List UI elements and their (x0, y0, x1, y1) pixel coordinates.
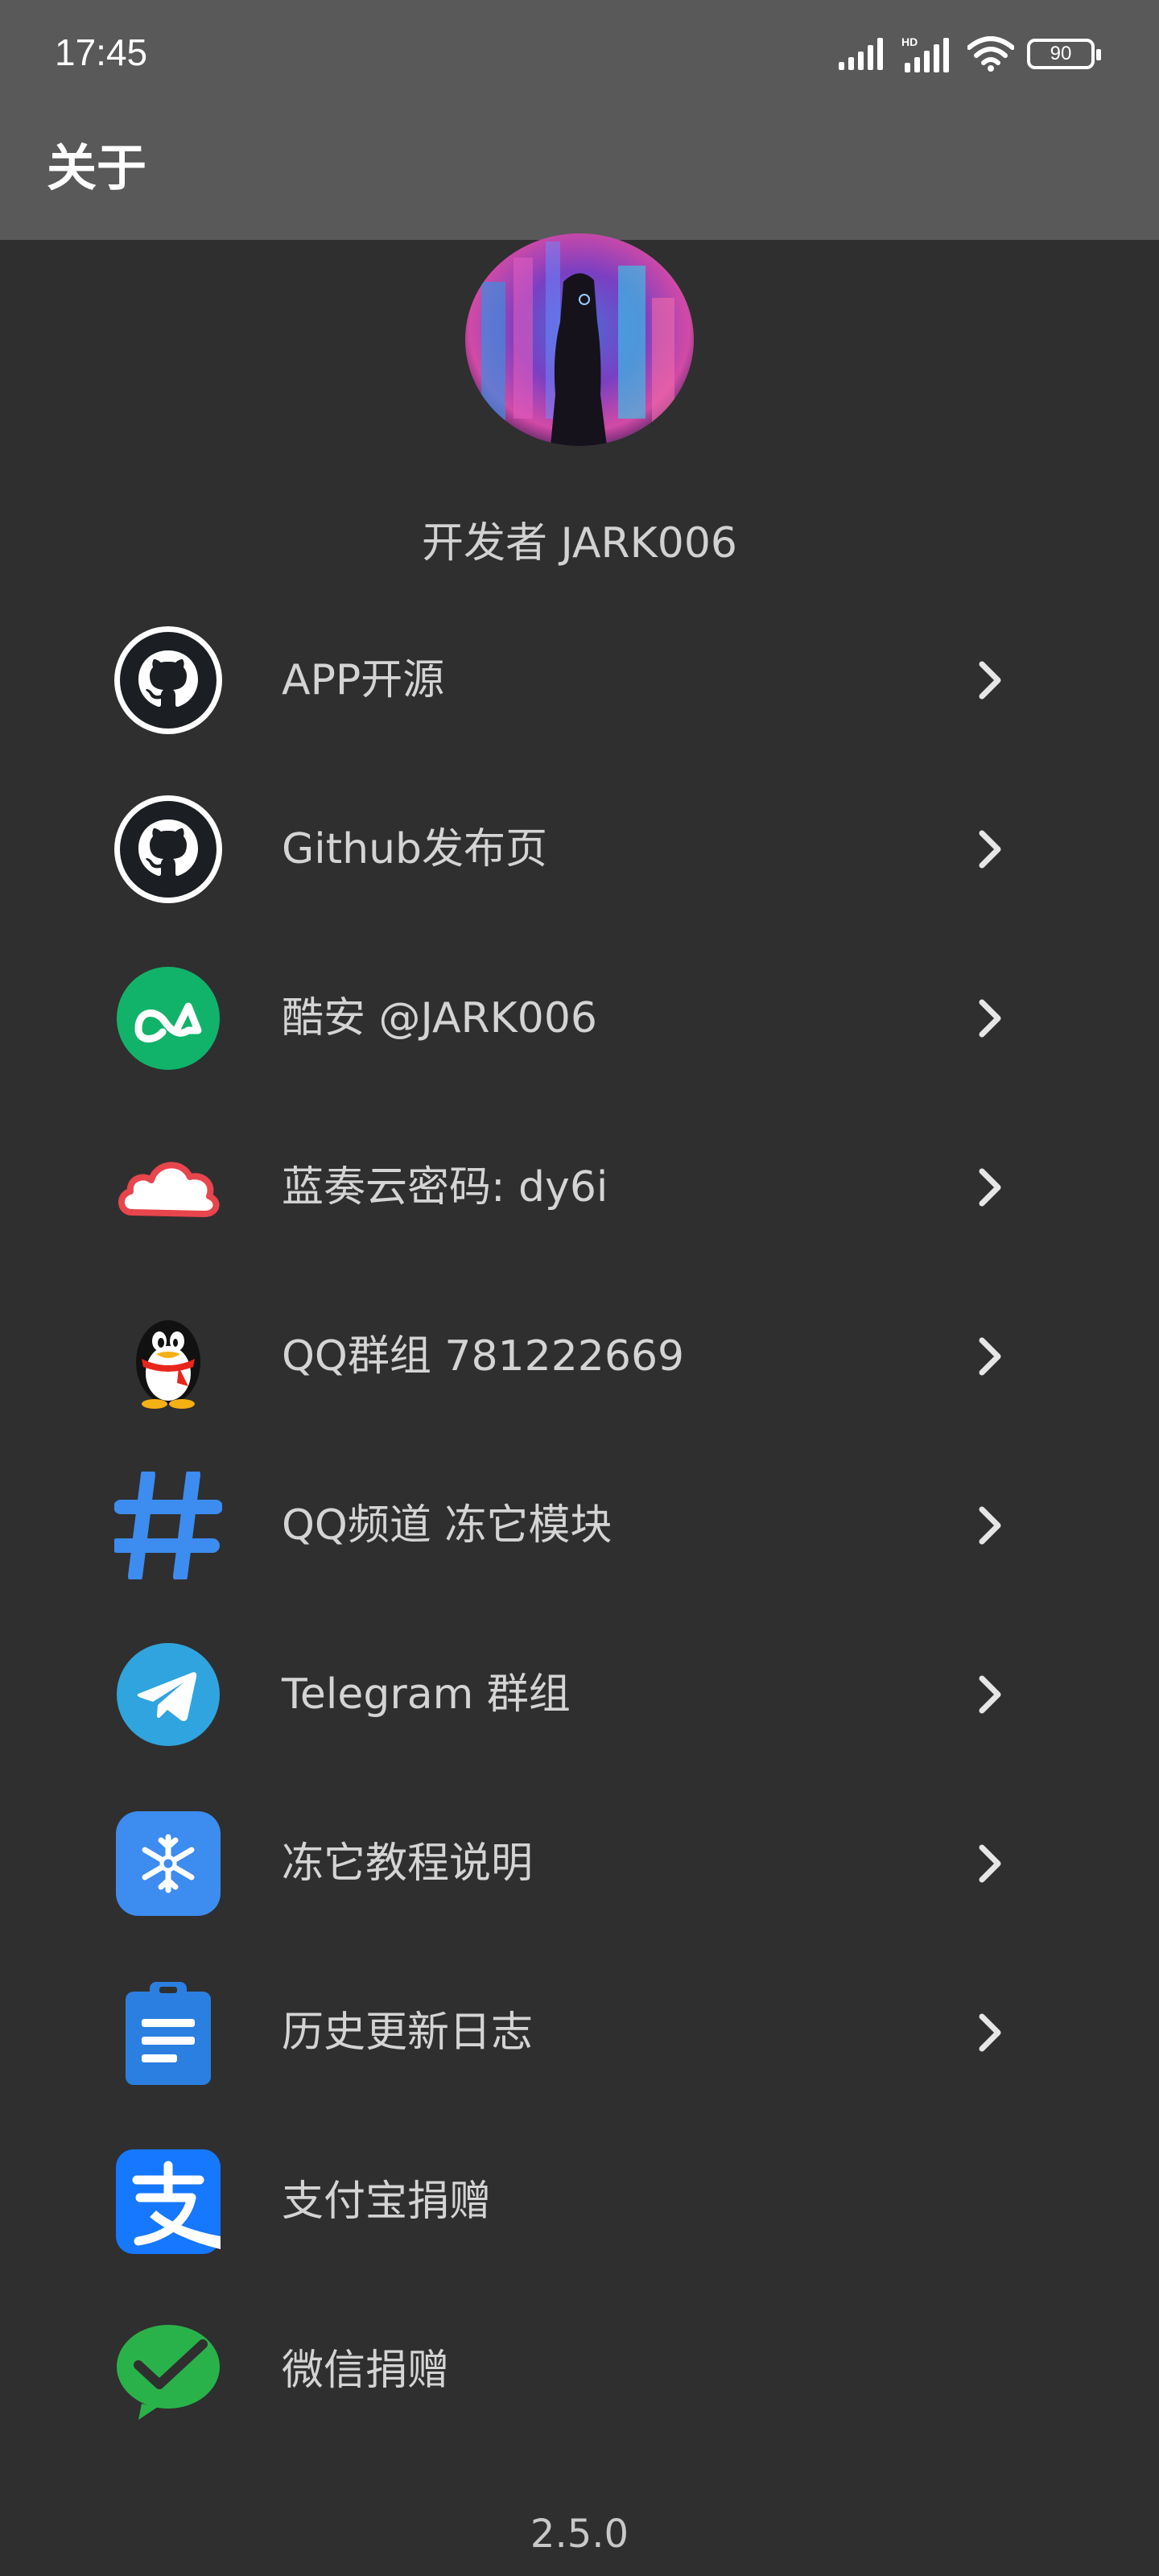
chevron-right-icon (979, 1844, 1001, 1883)
snowflake-icon (116, 1811, 221, 1916)
status-time: 17:45 (55, 31, 148, 73)
menu-item-wechat-donate[interactable]: 微信捐赠 (0, 2286, 1159, 2455)
signal-icon (839, 38, 883, 70)
menu-item-qq-channel[interactable]: QQ频道 冻它模块 (0, 1441, 1159, 1610)
page-title: 关于 (47, 138, 147, 197)
lanzou-cloud-icon (118, 1162, 220, 1217)
about-menu: APP开源 Github发布页 酷安 @JARK006 蓝奏云密码: dy6i (0, 596, 1159, 2455)
menu-item-label: APP开源 (282, 656, 445, 704)
wechat-pay-icon (117, 2325, 220, 2420)
chevron-right-icon (979, 1506, 1001, 1545)
hd-signal-icon: HD (901, 35, 949, 72)
wifi-icon (967, 36, 1014, 72)
menu-item-label: 蓝奏云密码: dy6i (282, 1163, 608, 1212)
menu-item-label: 酷安 @JARK006 (282, 994, 598, 1042)
status-icons: HD 90 (839, 34, 1101, 74)
chevron-right-icon (979, 661, 1001, 700)
menu-item-label: 历史更新日志 (282, 2008, 534, 2057)
svg-text:HD: HD (901, 35, 918, 48)
qq-penguin-icon (136, 1320, 200, 1409)
chevron-right-icon (979, 999, 1001, 1038)
menu-item-coolapk[interactable]: 酷安 @JARK006 (0, 934, 1159, 1103)
qq-channel-icon (114, 1472, 222, 1579)
chevron-right-icon (979, 1337, 1001, 1376)
developer-name: 开发者 JARK006 (421, 519, 737, 568)
menu-item-label: Github发布页 (282, 825, 548, 873)
app-version: 2.5.0 (530, 2512, 629, 2557)
chevron-right-icon (979, 1168, 1001, 1207)
menu-item-app-open-source[interactable]: APP开源 (0, 596, 1159, 765)
menu-item-alipay-donate[interactable]: 支付宝捐赠 (0, 2117, 1159, 2286)
menu-item-label: 微信捐赠 (282, 2347, 450, 2395)
alipay-icon (116, 2149, 221, 2254)
menu-item-lanzou-cloud[interactable]: 蓝奏云密码: dy6i (0, 1103, 1159, 1272)
menu-item-tutorial[interactable]: 冻它教程说明 (0, 1779, 1159, 1948)
clipboard-icon (126, 1982, 211, 2085)
menu-item-telegram[interactable]: Telegram 群组 (0, 1610, 1159, 1779)
chevron-right-icon (979, 2013, 1001, 2052)
github-icon (114, 626, 222, 734)
battery-icon: 90 (1027, 39, 1101, 69)
menu-item-changelog[interactable]: 历史更新日志 (0, 1948, 1159, 2117)
battery-level: 90 (1050, 43, 1072, 64)
menu-item-github-releases[interactable]: Github发布页 (0, 765, 1159, 934)
menu-item-label: QQ群组 781222669 (282, 1332, 685, 1381)
chevron-right-icon (979, 830, 1001, 869)
app-bar: 17:45 HD 90 关于 (0, 0, 1159, 240)
developer-avatar[interactable] (465, 233, 694, 446)
coolapk-icon (117, 967, 220, 1070)
status-bar: 17:45 HD 90 (0, 0, 1159, 105)
github-icon (114, 795, 222, 903)
menu-item-label: QQ频道 冻它模块 (282, 1501, 612, 1550)
menu-item-label: 支付宝捐赠 (282, 2178, 492, 2226)
telegram-icon (117, 1643, 220, 1746)
menu-item-label: Telegram 群组 (282, 1670, 571, 1719)
chevron-right-icon (979, 1675, 1001, 1714)
menu-item-label: 冻它教程说明 (282, 1839, 534, 1888)
menu-item-qq-group[interactable]: QQ群组 781222669 (0, 1272, 1159, 1441)
